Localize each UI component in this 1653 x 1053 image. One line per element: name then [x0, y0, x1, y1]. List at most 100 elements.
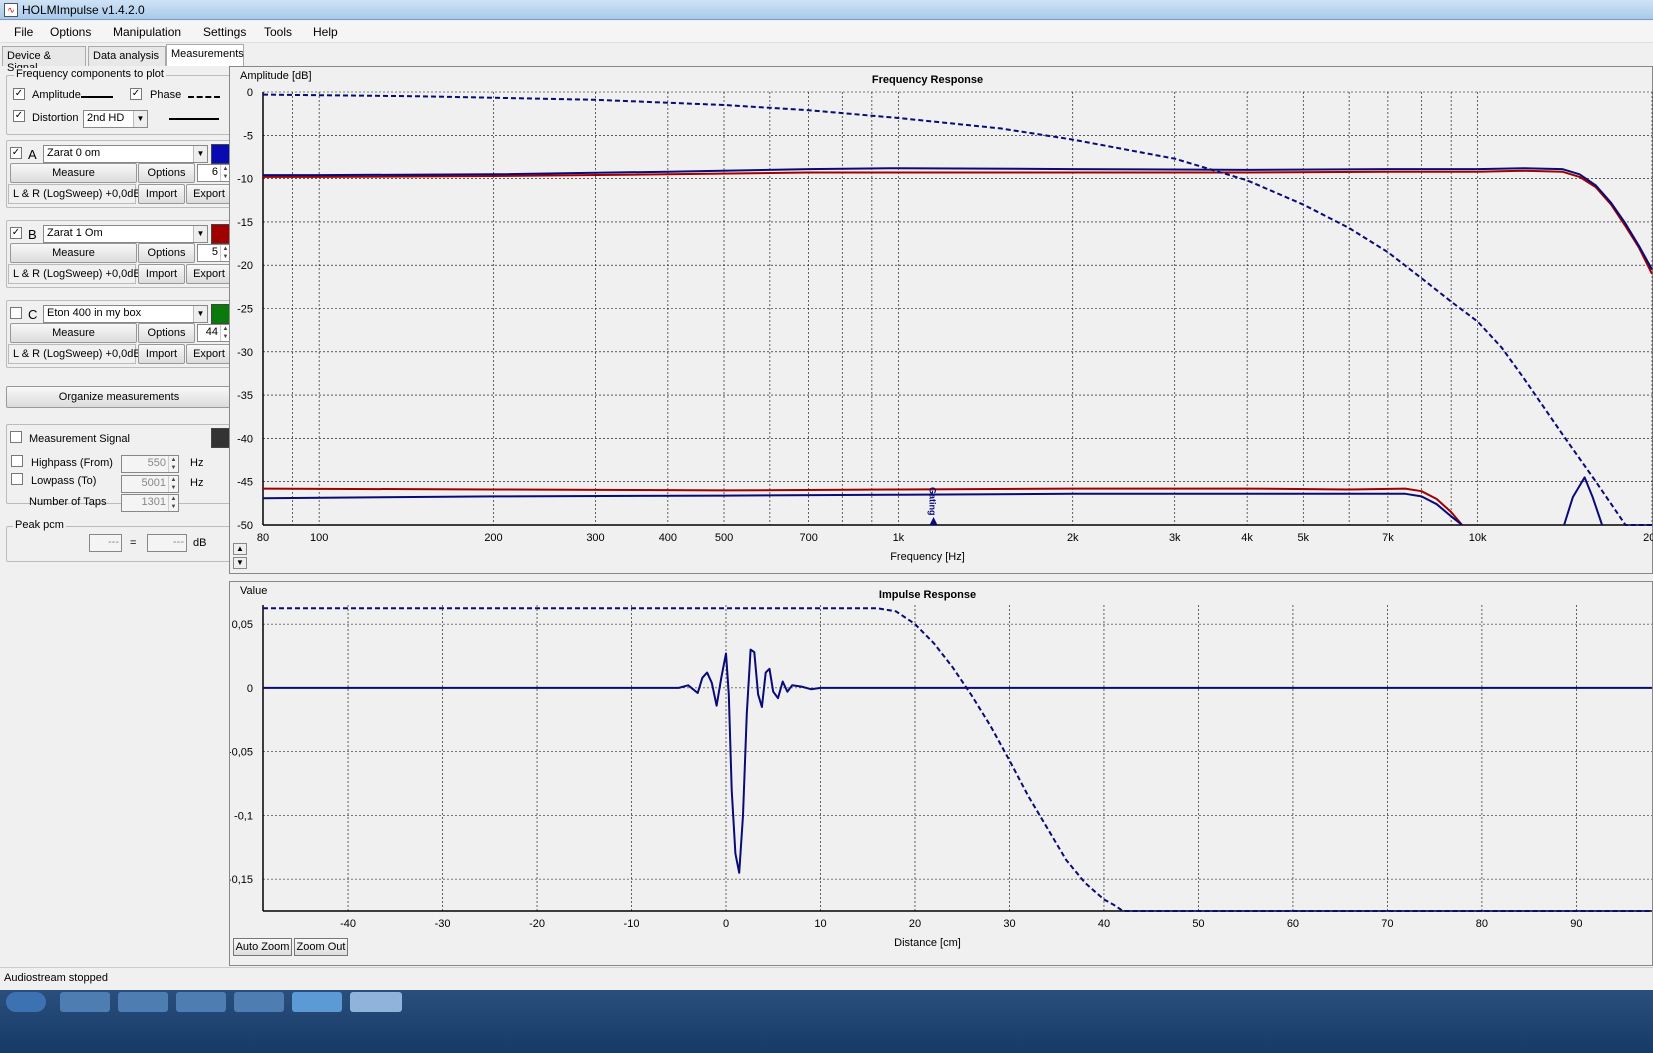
distortion-checkbox[interactable]: ✓ — [13, 110, 25, 122]
amplitude-line-sample — [81, 96, 113, 98]
measurement-a-measure-button[interactable]: Measure — [10, 163, 137, 183]
freq-y-tick-label: -15 — [237, 217, 253, 229]
measurement-c-measure-button[interactable]: Measure — [10, 323, 137, 343]
imp-y-tick-label: -0,1 — [234, 810, 253, 822]
tab-data-analysis[interactable]: Data analysis — [88, 46, 166, 66]
measurement-signal-checkbox[interactable] — [10, 431, 22, 443]
menu-bar: File Options Manipulation Settings Tools… — [0, 21, 1653, 43]
spinner-arrows-icon[interactable]: ▲ ▼ — [168, 456, 178, 472]
measurement-a-count-spinner[interactable]: 6 ▲ ▼ — [197, 164, 231, 182]
scroll-up-icon[interactable]: ▲ — [233, 543, 247, 555]
measurement-a-color-swatch[interactable] — [211, 144, 231, 164]
menu-file[interactable]: File — [14, 25, 33, 39]
freq-x-tick-label: 5k — [1297, 532, 1309, 544]
spinner-arrows-icon[interactable]: ▲ ▼ — [168, 495, 178, 511]
taskbar-app-icon[interactable] — [176, 992, 226, 1012]
freq-y-tick-label: -50 — [237, 520, 253, 532]
chevron-down-icon: ▼ — [193, 226, 207, 242]
measurement-b-options-button[interactable]: Options — [138, 243, 195, 263]
taps-value: 1301 — [141, 496, 166, 508]
measurement-b-color-swatch[interactable] — [211, 224, 231, 244]
tab-device-signal[interactable]: Device & Signal — [2, 46, 86, 74]
measurement-c-color-swatch[interactable] — [211, 304, 231, 324]
taskbar-app-icon[interactable] — [60, 992, 110, 1012]
imp-x-tick-label: -20 — [529, 918, 545, 930]
measurement-a-select[interactable]: Zarat 0 om ▼ — [43, 145, 208, 163]
amplitude-checkbox[interactable]: ✓ — [13, 88, 25, 100]
imp-ylabel: Value — [240, 585, 267, 597]
organize-measurements-button[interactable]: Organize measurements — [6, 386, 232, 408]
measurement-a-checkbox[interactable]: ✓ — [10, 147, 22, 159]
imp-title: Impulse Response — [879, 589, 976, 601]
measurement-a-import-button[interactable]: Import — [138, 184, 185, 204]
chart-panel: 0 -5 -10 -15 -20 -25 -30 -35 -40 -45 -50 80 100 200 30… — [228, 66, 1653, 967]
taskbar-app-icon[interactable] — [234, 992, 284, 1012]
freq-x-tick-label: 10k — [1469, 532, 1487, 544]
measurement-c-options-button[interactable]: Options — [138, 323, 195, 343]
distortion-select[interactable]: 2nd HD ▼ — [83, 110, 148, 128]
measurement-b-measure-button[interactable]: Measure — [10, 243, 137, 263]
taps-spinner[interactable]: 1301 ▲ ▼ — [121, 494, 179, 512]
lowpass-spinner[interactable]: 5001 ▲ ▼ — [121, 475, 179, 493]
measurement-b-info: L & R (LogSweep) +0,0dB — [8, 264, 141, 284]
tab-strip: Device & Signal Data analysis Measuremen… — [0, 44, 244, 74]
taps-label: Number of Taps — [29, 496, 107, 508]
lowpass-value: 5001 — [141, 477, 166, 489]
frequency-response-chart[interactable]: 0 -5 -10 -15 -20 -25 -30 -35 -40 -45 -50 80 100 200 30… — [230, 67, 1653, 575]
distortion-label: Distortion — [32, 112, 79, 124]
freq-y-tick-label: -25 — [237, 304, 253, 316]
imp-x-tick-label: 60 — [1287, 918, 1299, 930]
zoom-out-button[interactable]: Zoom Out — [294, 938, 348, 956]
spinner-arrows-icon[interactable]: ▲ ▼ — [168, 476, 178, 492]
measurement-c-import-button[interactable]: Import — [138, 344, 185, 364]
measurement-b-import-button[interactable]: Import — [138, 264, 185, 284]
impulse-response-chart[interactable]: 0,05 0 -0,05 -0,1 -0,15 -40 -30 -20 -10 0 10 20 30 40… — [228, 582, 1653, 967]
waveform-app-icon: ∿ — [4, 3, 18, 17]
amplitude-label: Amplitude — [32, 89, 81, 101]
measurement-c-export-button[interactable]: Export — [186, 344, 232, 364]
measurement-b-export-button[interactable]: Export — [186, 264, 232, 284]
imp-x-tick-label: -30 — [435, 918, 451, 930]
highpass-checkbox[interactable] — [11, 455, 23, 467]
measurement-c-count: 44 — [205, 326, 218, 338]
auto-zoom-button[interactable]: Auto Zoom — [233, 938, 292, 956]
taskbar-app-icon[interactable] — [292, 992, 342, 1012]
tab-measurements[interactable]: Measurements — [166, 44, 244, 66]
taskbar-holm-icon[interactable] — [350, 992, 402, 1012]
highpass-spinner[interactable]: 550 ▲ ▼ — [121, 455, 179, 473]
highpass-unit: Hz — [190, 457, 204, 469]
status-bar: Audiostream stopped — [0, 967, 1653, 989]
menu-options[interactable]: Options — [50, 25, 91, 39]
measurement-b-select[interactable]: Zarat 1 Om ▼ — [43, 225, 208, 243]
measurement-c-checkbox[interactable] — [10, 307, 22, 319]
taskbar-app-icon[interactable] — [118, 992, 168, 1012]
measurement-signal-color-swatch[interactable] — [211, 428, 231, 448]
lowpass-checkbox[interactable] — [11, 473, 23, 485]
measurement-c-select[interactable]: Eton 400 in my box ▼ — [43, 305, 208, 323]
menu-tools[interactable]: Tools — [264, 25, 292, 39]
measurement-c-count-spinner[interactable]: 44 ▲ ▼ — [197, 324, 231, 342]
menu-help[interactable]: Help — [313, 25, 338, 39]
menu-manipulation[interactable]: Manipulation — [113, 25, 181, 39]
measurement-b-count-spinner[interactable]: 5 ▲ ▼ — [197, 244, 231, 262]
freq-x-tick-label: 300 — [586, 532, 604, 544]
measurement-a-options-button[interactable]: Options — [138, 163, 195, 183]
phase-checkbox[interactable]: ✓ — [130, 88, 142, 100]
measurement-b-checkbox[interactable]: ✓ — [10, 227, 22, 239]
freq-y-tick-label: -30 — [237, 347, 253, 359]
chevron-down-icon: ▼ — [193, 306, 207, 322]
freq-x-tick-label: 3k — [1169, 532, 1181, 544]
imp-x-tick-label: 10 — [814, 918, 826, 930]
scroll-down-icon[interactable]: ▼ — [233, 557, 247, 569]
measurement-c-letter: C — [28, 307, 38, 322]
imp-y-tick-label: 0,05 — [232, 619, 253, 631]
measurement-a-export-button[interactable]: Export — [186, 184, 232, 204]
start-button-icon[interactable] — [6, 992, 46, 1012]
menu-settings[interactable]: Settings — [203, 25, 246, 39]
freq-x-tick-label: 7k — [1382, 532, 1394, 544]
chevron-down-icon: ▼ — [133, 111, 147, 127]
lowpass-unit: Hz — [190, 477, 204, 489]
distortion-line-sample — [169, 118, 219, 120]
freq-x-tick-label: 100 — [310, 532, 328, 544]
freq-x-tick-label: 700 — [799, 532, 817, 544]
